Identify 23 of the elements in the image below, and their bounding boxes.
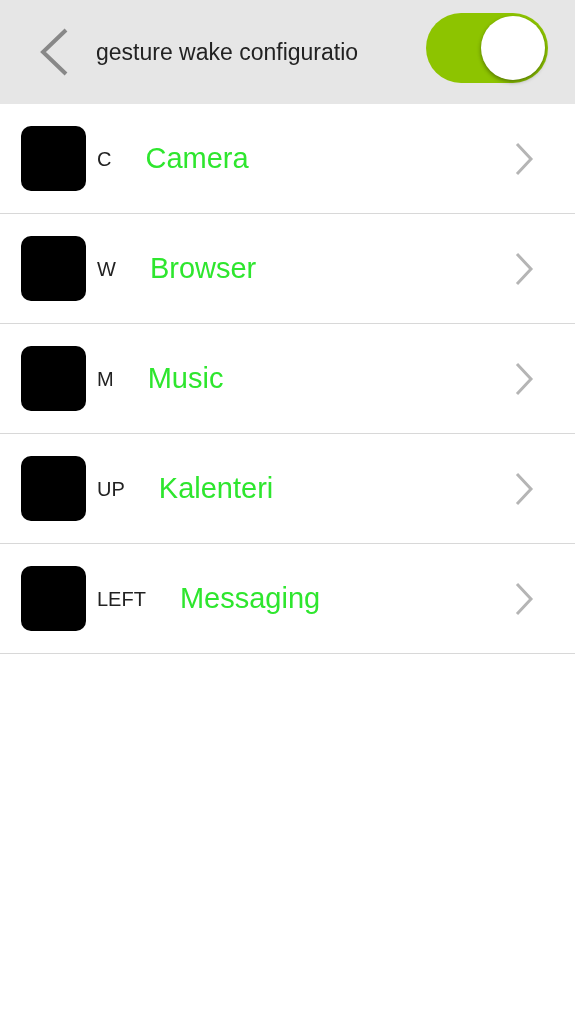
app-icon (21, 566, 86, 631)
toggle-switch[interactable] (426, 13, 548, 83)
app-icon (21, 346, 86, 411)
gesture-label: UP (97, 476, 125, 502)
app-name[interactable]: Camera (145, 136, 249, 181)
gesture-label: C (97, 146, 112, 172)
chevron-icon[interactable] (514, 471, 534, 506)
app-name[interactable]: Kalenteri (158, 466, 274, 511)
page-title: gesture wake configuratio (96, 37, 359, 67)
app-name[interactable]: Music (147, 356, 224, 401)
back-icon[interactable] (38, 27, 70, 77)
app-icon (21, 126, 86, 191)
gesture-label: W (97, 256, 116, 282)
app-icon (21, 236, 86, 301)
chevron-icon[interactable] (514, 581, 534, 616)
chevron-icon[interactable] (514, 361, 534, 396)
app-icon (21, 456, 86, 521)
gesture-label: LEFT (97, 586, 146, 612)
gesture-label: M (97, 366, 114, 392)
app-name[interactable]: Browser (149, 246, 257, 291)
app-name[interactable]: Messaging (179, 576, 321, 621)
chevron-icon[interactable] (514, 251, 534, 286)
chevron-icon[interactable] (514, 141, 534, 176)
